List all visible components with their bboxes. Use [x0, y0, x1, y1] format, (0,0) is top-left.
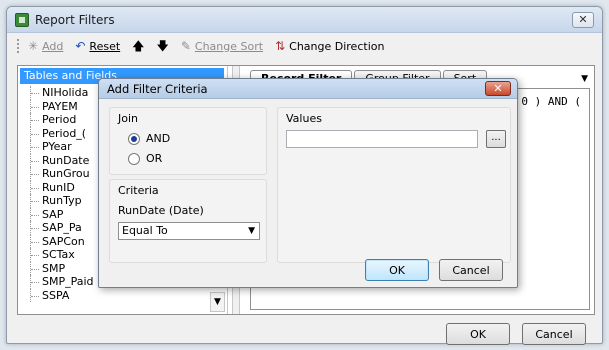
tree-item[interactable]: SSPA [28, 288, 218, 303]
dialog-buttons: OK Cancel [365, 259, 503, 281]
change-sort-button[interactable]: ✎ Change Sort [181, 40, 263, 53]
dialog-title: Add Filter Criteria [99, 79, 517, 99]
add-button[interactable]: ✳ Add [28, 40, 63, 53]
arrow-up-icon: 🡅 [132, 39, 145, 53]
join-label: Join [118, 112, 139, 125]
close-icon[interactable]: ✕ [572, 12, 594, 28]
dialog-cancel-button[interactable]: Cancel [439, 259, 503, 281]
scroll-down-button[interactable]: ▼ [210, 292, 225, 312]
ok-button[interactable]: OK [446, 323, 510, 345]
window-title: Report Filters [35, 13, 115, 27]
toolbar-grip [17, 39, 20, 53]
toolbar: ✳ Add ↶ Reset 🡅 🡇 ✎ Change Sort ⇅ Change… [9, 35, 600, 57]
join-and-option[interactable]: AND [128, 132, 170, 145]
filter-expression: 0 ) AND ( [521, 95, 581, 108]
window-buttons: OK Cancel [446, 323, 586, 345]
radio-and[interactable] [128, 132, 140, 145]
undo-icon: ↶ [75, 39, 86, 53]
join-or-option[interactable]: OR [128, 152, 162, 165]
dialog-ok-button[interactable]: OK [365, 259, 429, 281]
add-icon: ✳ [28, 39, 39, 53]
title-bar: Report Filters ✕ [7, 7, 602, 33]
value-input[interactable] [286, 130, 478, 148]
operator-value: Equal To [122, 224, 168, 237]
criteria-group: Criteria RunDate (Date) Equal To ▼ [109, 179, 267, 263]
chevron-down-icon: ▼ [248, 226, 255, 236]
pencil-icon: ✎ [180, 39, 191, 53]
values-label: Values [286, 112, 322, 125]
move-down-button[interactable]: 🡇 [157, 40, 169, 52]
operator-select[interactable]: Equal To ▼ [118, 222, 260, 240]
add-filter-criteria-dialog: Add Filter Criteria ✕ Join AND OR Criter… [98, 78, 518, 288]
radio-or-label: OR [146, 152, 163, 165]
change-direction-button[interactable]: ⇅ Change Direction [275, 40, 384, 53]
cancel-button[interactable]: Cancel [522, 323, 586, 345]
radio-or[interactable] [128, 152, 140, 165]
values-group: Values ... [277, 107, 511, 263]
tab-list-dropdown-icon[interactable]: ▼ [581, 74, 588, 84]
app-icon [15, 13, 29, 27]
move-up-button[interactable]: 🡅 [132, 40, 144, 52]
criteria-field: RunDate (Date) [118, 204, 204, 217]
arrow-down-icon: 🡇 [156, 39, 169, 53]
reset-button[interactable]: ↶ Reset [75, 40, 120, 53]
criteria-label: Criteria [118, 184, 159, 197]
join-group: Join AND OR [109, 107, 267, 175]
sort-direction-icon: ⇅ [275, 39, 286, 53]
browse-button[interactable]: ... [486, 130, 506, 148]
close-icon[interactable]: ✕ [485, 81, 511, 96]
radio-and-label: AND [146, 132, 171, 145]
